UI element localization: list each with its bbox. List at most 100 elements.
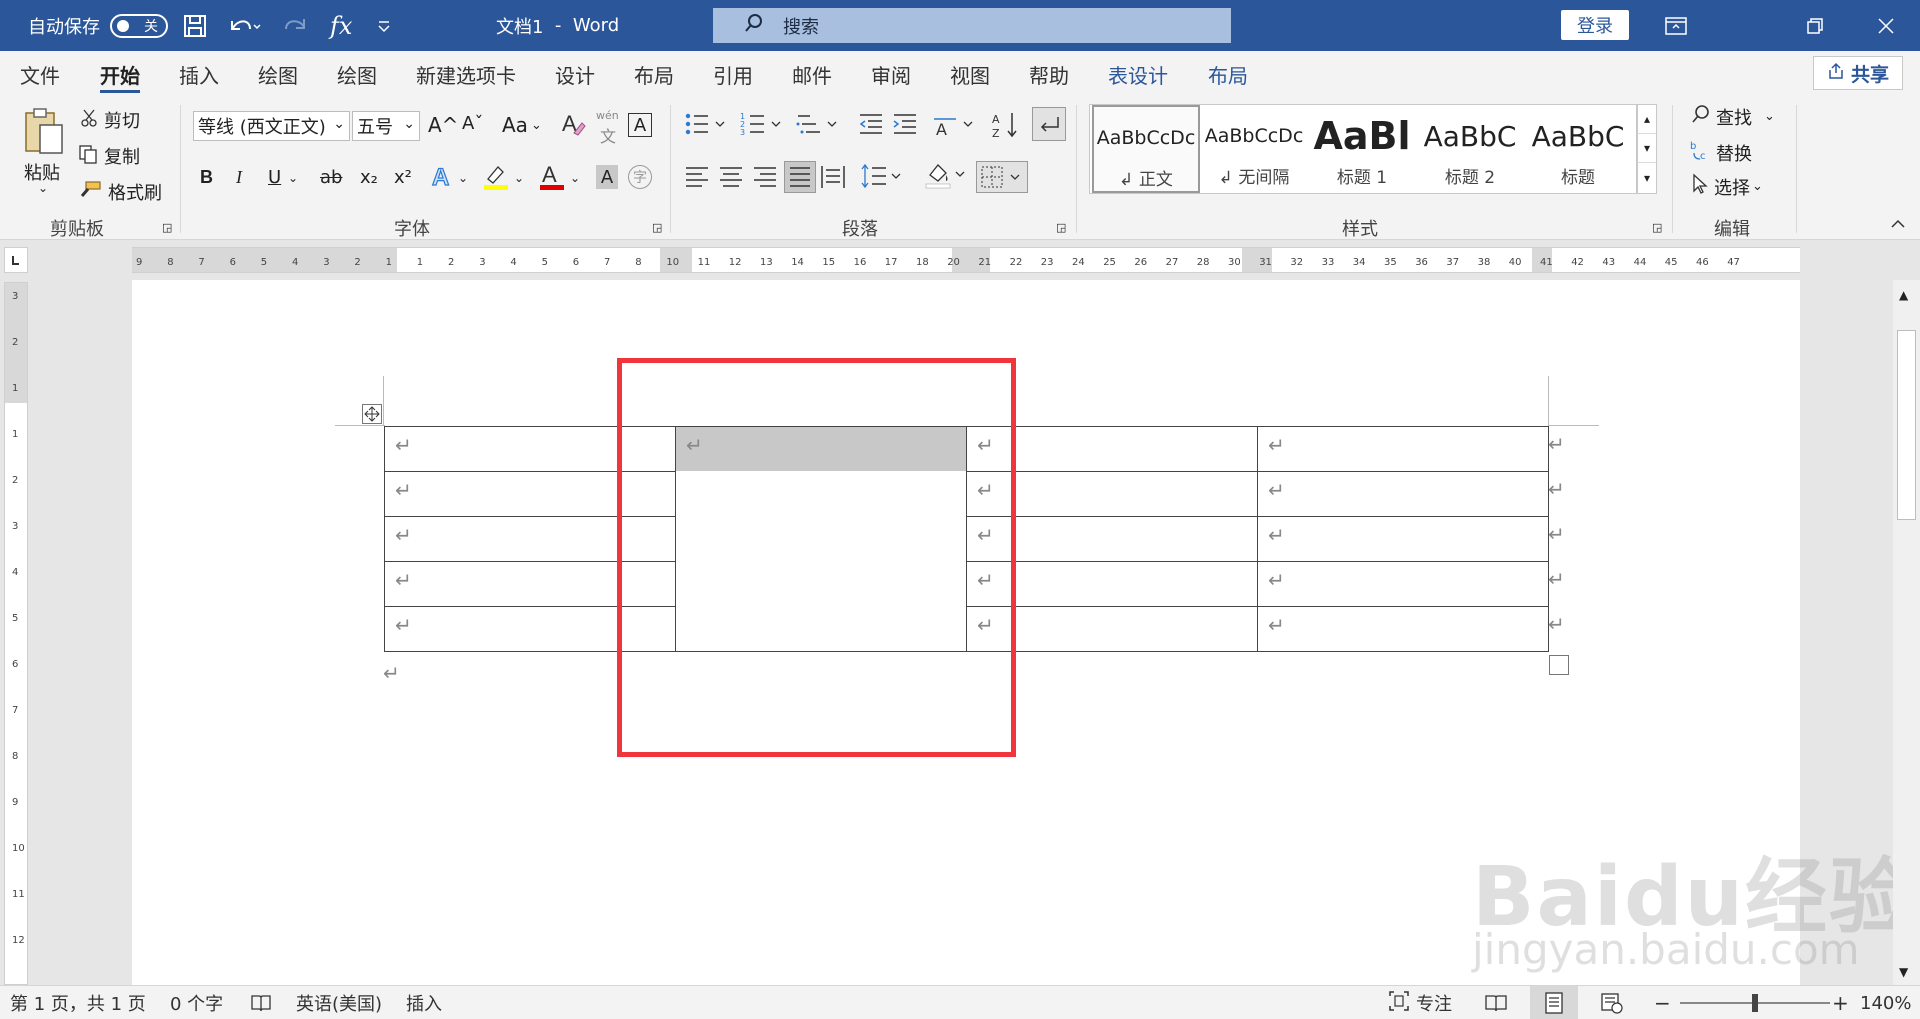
clear-formatting-icon[interactable]: A [560, 111, 586, 139]
table-cell[interactable]: ↵ [1257, 516, 1549, 562]
table-cell[interactable]: ↵ [1257, 426, 1549, 472]
distributed-icon[interactable] [820, 165, 846, 189]
style-normal[interactable]: AaBbCcDc ↲ 正文 [1092, 105, 1200, 193]
font-color-icon[interactable]: A [538, 163, 566, 191]
bold-button[interactable]: B [200, 167, 213, 188]
change-case-button[interactable]: Aa ⌄ [502, 113, 542, 137]
table-resize-handle[interactable] [1549, 655, 1569, 675]
tab-draw[interactable]: 绘图 [258, 51, 298, 97]
align-left-icon[interactable] [684, 165, 710, 189]
asian-layout-icon[interactable]: A [932, 111, 976, 137]
share-button[interactable]: 共享 [1813, 56, 1903, 90]
strikethrough-button[interactable]: ab [320, 167, 342, 188]
proofing-icon[interactable] [250, 986, 272, 1019]
underline-button[interactable]: U [268, 167, 281, 188]
italic-button[interactable]: I [236, 167, 242, 188]
cut-button[interactable]: 剪切 [80, 107, 140, 133]
tab-view[interactable]: 视图 [950, 51, 990, 97]
align-right-icon[interactable] [752, 165, 778, 189]
tab-file[interactable]: 文件 [20, 51, 60, 97]
autosave-toggle[interactable]: 关 [110, 13, 168, 38]
vertical-scrollbar[interactable]: ▲ ▼ [1893, 280, 1920, 985]
tab-review[interactable]: 审阅 [871, 51, 911, 97]
tab-insert[interactable]: 插入 [179, 51, 219, 97]
chevron-down-icon[interactable]: ⌄ [288, 171, 298, 185]
chevron-down-icon[interactable]: ▾ [1638, 134, 1656, 163]
tab-design[interactable]: 设计 [555, 51, 595, 97]
tab-table-layout[interactable]: 布局 [1208, 51, 1248, 97]
ribbon-display-icon[interactable] [1665, 0, 1687, 51]
scroll-down-icon[interactable]: ▼ [1899, 965, 1908, 979]
align-center-icon[interactable] [718, 165, 744, 189]
font-dialog-launcher-icon[interactable]: ◲ [652, 221, 662, 234]
style-heading-1[interactable]: AaBl 标题 1 [1308, 105, 1416, 193]
tab-help[interactable]: 帮助 [1029, 51, 1069, 97]
sort-icon[interactable]: AZ [992, 111, 1020, 139]
scrollbar-thumb[interactable] [1897, 330, 1916, 520]
chevron-down-icon[interactable]: ⌄ [514, 171, 524, 185]
chevron-down-icon[interactable]: ⌄ [458, 171, 468, 185]
subscript-button[interactable]: x₂ [360, 167, 378, 188]
close-icon[interactable] [1877, 0, 1895, 51]
borders-icon[interactable] [976, 161, 1028, 193]
replace-button[interactable]: bc 替换 [1690, 139, 1752, 166]
numbering-icon[interactable]: 123 [740, 111, 784, 137]
tab-new-tab[interactable]: 新建选项卡 [416, 51, 516, 97]
highlight-icon[interactable] [482, 163, 510, 191]
word-count[interactable]: 0 个字 [170, 986, 223, 1019]
tab-references[interactable]: 引用 [713, 51, 753, 97]
enclose-characters-icon[interactable]: 字 [628, 165, 652, 189]
superscript-button[interactable]: x² [394, 167, 412, 188]
redo-icon[interactable] [282, 0, 310, 51]
customize-toolbar-icon[interactable] [376, 0, 392, 51]
zoom-level[interactable]: 140% [1860, 986, 1911, 1019]
chevron-down-icon[interactable]: ⌄ [570, 171, 580, 185]
paragraph-dialog-launcher-icon[interactable]: ◲ [1056, 221, 1066, 234]
clipboard-dialog-launcher-icon[interactable]: ◲ [162, 221, 172, 234]
print-layout-icon[interactable] [1530, 986, 1578, 1019]
language-indicator[interactable]: 英语(美国) [296, 986, 382, 1019]
shading-icon[interactable] [924, 161, 968, 189]
multilevel-list-icon[interactable] [796, 111, 840, 137]
grow-font-icon[interactable]: A^ [428, 113, 458, 137]
vertical-ruler[interactable]: 3 2 1 1 2 3 4 5 6 7 8 9 10 11 12 [4, 282, 28, 985]
bullets-icon[interactable] [684, 111, 728, 137]
zoom-out-button[interactable]: − [1654, 986, 1671, 1019]
horizontal-ruler[interactable]: 9 8 7 6 5 4 3 2 1 1 2 3 4 5 6 7 8 10 11 12 13 14 15 16 17 18 20 21 2… [132, 247, 1800, 273]
page-count[interactable]: 第 1 页，共 1 页 [10, 986, 146, 1019]
insert-mode[interactable]: 插入 [406, 986, 442, 1019]
styles-dialog-launcher-icon[interactable]: ◲ [1652, 221, 1662, 234]
undo-icon[interactable] [226, 0, 262, 51]
character-border-icon[interactable]: A [628, 113, 652, 137]
table-cell[interactable]: ↵ [1257, 561, 1549, 607]
tab-layout[interactable]: 布局 [634, 51, 674, 97]
increase-indent-icon[interactable] [892, 111, 918, 137]
zoom-slider[interactable] [1680, 986, 1830, 1019]
tab-home[interactable]: 开始 [100, 51, 140, 97]
tab-selector[interactable] [4, 247, 28, 273]
decrease-indent-icon[interactable] [858, 111, 884, 137]
copy-button[interactable]: 复制 [78, 143, 140, 169]
paste-icon[interactable] [22, 107, 66, 157]
character-shading-icon[interactable]: A [596, 165, 618, 189]
read-mode-icon[interactable] [1484, 986, 1508, 1019]
find-button[interactable]: 查找 ⌄ [1690, 103, 1775, 130]
show-formatting-marks-icon[interactable] [1032, 107, 1066, 141]
text-effects-icon[interactable]: A [430, 163, 456, 191]
zoom-in-button[interactable]: + [1832, 986, 1849, 1019]
chevron-up-icon[interactable]: ▴ [1638, 105, 1656, 134]
web-layout-icon[interactable] [1600, 986, 1624, 1019]
format-painter-button[interactable]: 格式刷 [78, 179, 162, 205]
style-no-spacing[interactable]: AaBbCcDc ↲ 无间隔 [1200, 105, 1308, 193]
phonetic-guide-icon[interactable]: wén [596, 109, 619, 122]
table-cell[interactable]: ↵ [1257, 471, 1549, 517]
login-button[interactable]: 登录 [1561, 10, 1629, 40]
search-box[interactable]: 搜索 [713, 8, 1231, 43]
scroll-up-icon[interactable]: ▲ [1899, 288, 1908, 302]
more-styles-icon[interactable]: ▾ [1638, 163, 1656, 192]
style-heading-2[interactable]: AaBbC 标题 2 [1416, 105, 1524, 193]
style-title[interactable]: AaBbC 标题 [1524, 105, 1632, 193]
tab-draw-2[interactable]: 绘图 [337, 51, 377, 97]
table-cell[interactable]: ↵ [1257, 606, 1549, 652]
justify-icon[interactable] [784, 161, 816, 193]
